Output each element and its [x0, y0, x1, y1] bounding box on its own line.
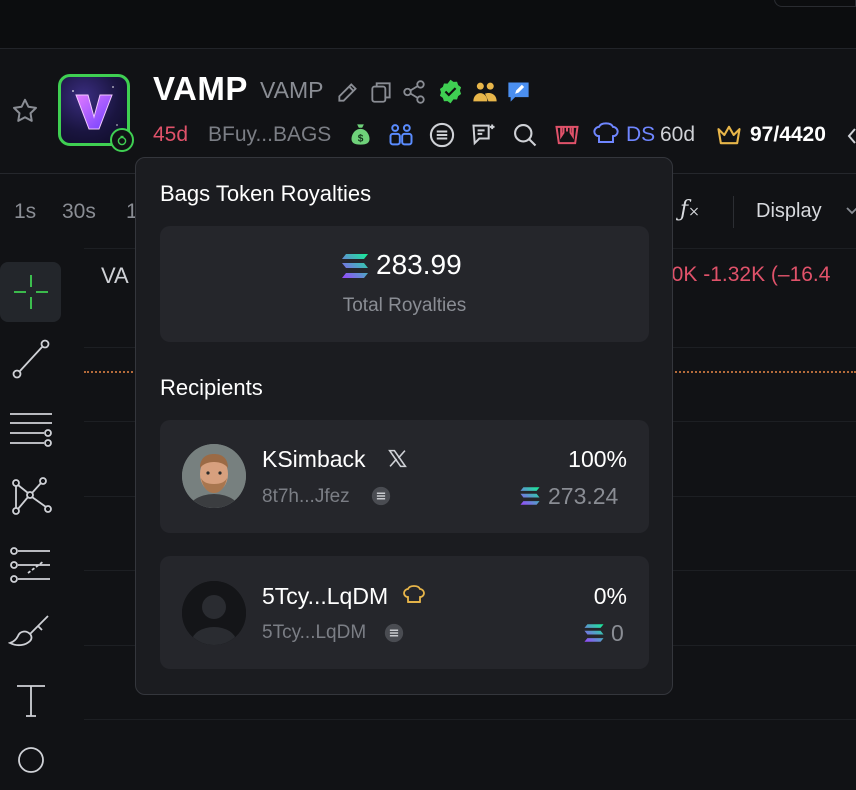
solana-icon [342, 254, 368, 278]
solscan-icon[interactable] [383, 622, 405, 644]
trend-line-icon[interactable] [8, 336, 54, 382]
comments-icon[interactable] [470, 121, 498, 149]
chef-hat-icon [403, 585, 425, 603]
recipients-title: Recipients [160, 375, 263, 400]
solscan-icon[interactable] [370, 485, 392, 507]
holders-icon[interactable] [387, 121, 415, 149]
avatar[interactable] [182, 581, 246, 645]
list-circle-icon[interactable] [428, 121, 456, 149]
recipient-amount: 0 [611, 620, 624, 646]
timeframe-1s[interactable]: 1s [14, 200, 36, 224]
token-name: VAMP [153, 70, 248, 107]
recipient-percent: 0% [593, 583, 627, 609]
top-corner-tab[interactable] [774, 0, 856, 7]
total-royalties-label: Total Royalties [342, 295, 467, 316]
chart-series-label: VA [101, 263, 129, 288]
price-change-info: 70K -1.32K (–16.4 [660, 263, 831, 286]
pattern-tool-icon[interactable] [8, 473, 54, 519]
total-royalties-value: 283.99 [376, 249, 462, 280]
search-icon[interactable] [511, 121, 539, 149]
total-royalties-card [160, 226, 649, 342]
indicators-fx-icon[interactable]: ƒ× [680, 197, 700, 222]
chevron-left-icon[interactable] [846, 126, 856, 146]
position-tool-icon[interactable] [8, 543, 54, 589]
token-age: 45d [153, 123, 189, 146]
svg-text:$: $ [358, 133, 364, 144]
recipient-name[interactable]: KSimback [262, 446, 366, 473]
x-icon[interactable] [387, 448, 408, 469]
star-icon[interactable] [10, 96, 40, 126]
brush-tool-icon[interactable] [8, 610, 54, 656]
more-tools-icon[interactable] [8, 744, 54, 790]
recipient-percent: 100% [568, 446, 627, 472]
chevron-down-icon[interactable] [846, 204, 856, 218]
popup-title: Bags Token Royalties [160, 181, 372, 206]
recipient-name[interactable]: 5Tcy...LqDM [262, 583, 388, 610]
token-symbol: VAMP [260, 77, 324, 103]
text-tool-icon[interactable] [8, 678, 54, 724]
verified-icon [439, 79, 462, 104]
recipient-address[interactable]: 5Tcy...LqDM [262, 622, 366, 644]
money-bag-icon[interactable]: $ [347, 121, 374, 148]
team-icon [473, 82, 497, 102]
fib-lines-icon[interactable] [8, 406, 54, 452]
grid-line [84, 719, 856, 720]
solana-icon [584, 624, 604, 642]
ds-label: DS [626, 123, 656, 146]
crosshair-icon[interactable] [8, 269, 54, 315]
ds-days: 60d [660, 123, 696, 146]
bags-badge-icon [110, 128, 134, 152]
vampire-fangs-icon[interactable] [553, 121, 581, 149]
avatar[interactable] [182, 444, 246, 508]
chef-hat-icon[interactable] [592, 121, 620, 149]
timeframe-30s[interactable]: 30s [62, 200, 96, 224]
display-button[interactable]: Display [756, 200, 822, 223]
edit-icon[interactable] [335, 79, 361, 105]
copy-icon[interactable] [368, 79, 394, 105]
top-bar [0, 0, 856, 49]
token-address[interactable]: BFuy...BAGS [208, 123, 331, 147]
crown-icon [717, 125, 741, 145]
recipient-amount: 273.24 [548, 483, 619, 509]
holder-count: 97/4420 [750, 123, 826, 146]
solana-icon [520, 487, 540, 505]
toolbar-divider [733, 196, 734, 228]
recipient-address[interactable]: 8t7h...Jfez [262, 486, 350, 508]
share-icon[interactable] [401, 79, 427, 105]
chat-edit-icon[interactable] [505, 78, 532, 105]
